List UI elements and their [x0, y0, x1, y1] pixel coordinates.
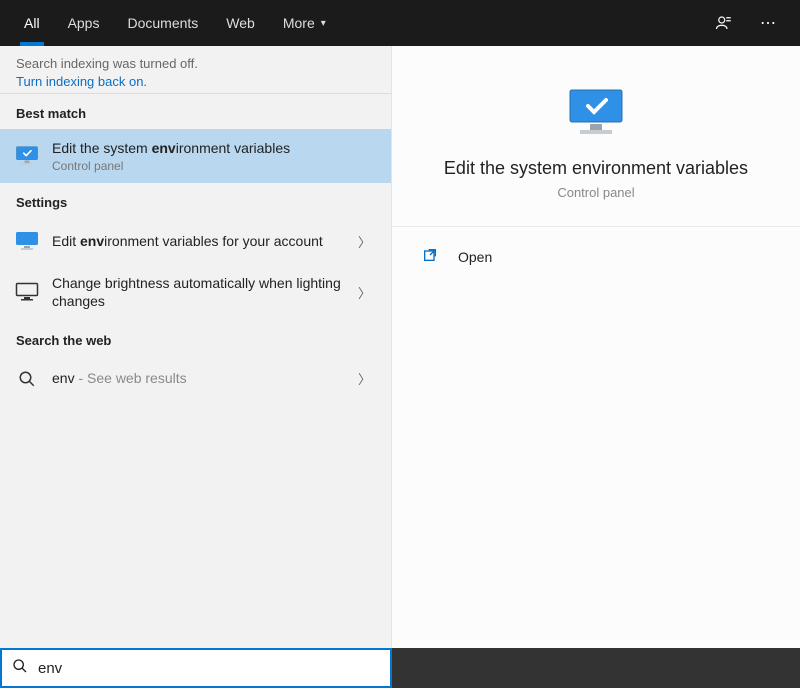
action-open[interactable]: Open — [392, 233, 800, 281]
chevron-right-icon[interactable]: 〉 — [352, 369, 377, 388]
tab-all[interactable]: All — [10, 0, 54, 46]
chevron-right-icon[interactable]: 〉 — [352, 232, 377, 251]
monitor-check-icon — [14, 143, 40, 169]
chevron-right-icon[interactable]: 〉 — [352, 283, 377, 302]
search-box[interactable] — [0, 648, 392, 688]
search-input[interactable] — [38, 660, 380, 677]
tab-more-label: More — [283, 15, 315, 31]
search-icon — [12, 658, 28, 678]
result-subtitle: Control panel — [52, 159, 377, 173]
result-web[interactable]: env - See web results 〉 — [0, 356, 391, 402]
results-pane: Search indexing was turned off. Turn ind… — [0, 46, 392, 648]
indexing-notice: Search indexing was turned off. Turn ind… — [0, 46, 391, 93]
taskbar-search-area — [0, 648, 800, 688]
chevron-down-icon: ▾ — [321, 18, 326, 29]
action-label: Open — [458, 249, 492, 265]
result-title: env - See web results — [52, 369, 352, 387]
tab-more[interactable]: More ▾ — [269, 0, 340, 46]
section-search-web: Search the web — [0, 321, 391, 356]
result-settings-1[interactable]: Change brightness automatically when lig… — [0, 264, 391, 320]
turn-indexing-on-link[interactable]: Turn indexing back on. — [16, 74, 147, 89]
monitor-outline-icon — [14, 279, 40, 305]
tab-web[interactable]: Web — [212, 0, 269, 46]
result-best-match[interactable]: Edit the system environment variables Co… — [0, 129, 391, 183]
preview-pane: Edit the system environment variables Co… — [392, 46, 800, 648]
section-settings: Settings — [0, 183, 391, 218]
preview-subtitle: Control panel — [422, 185, 770, 200]
tab-documents[interactable]: Documents — [113, 0, 212, 46]
search-icon — [14, 366, 40, 392]
result-settings-0[interactable]: Edit environment variables for your acco… — [0, 218, 391, 264]
preview-monitor-check-icon — [422, 86, 770, 140]
more-options-icon[interactable]: ⋯ — [746, 0, 790, 46]
open-icon — [422, 247, 444, 267]
indexing-notice-text: Search indexing was turned off. — [16, 56, 375, 71]
monitor-icon — [14, 228, 40, 254]
result-title: Edit the system environment variables — [52, 139, 377, 157]
tab-apps[interactable]: Apps — [54, 0, 114, 46]
preview-title: Edit the system environment variables — [422, 158, 770, 179]
result-title: Change brightness automatically when lig… — [52, 274, 352, 310]
feedback-icon[interactable] — [702, 0, 746, 46]
search-tabs: All Apps Documents Web More ▾ ⋯ — [0, 0, 800, 46]
result-title: Edit environment variables for your acco… — [52, 232, 352, 250]
section-best-match: Best match — [0, 94, 391, 129]
